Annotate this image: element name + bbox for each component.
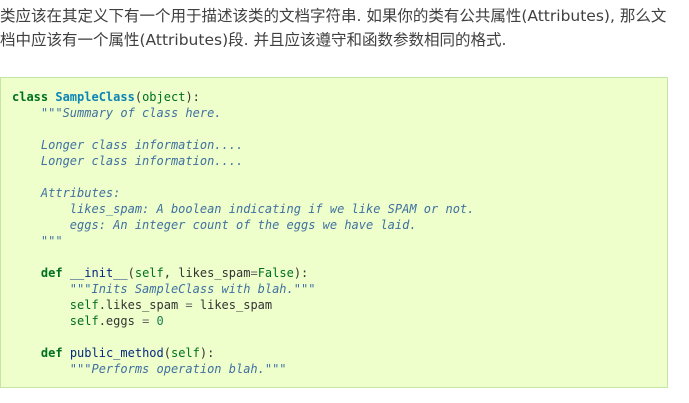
paragraph-line-1: 类应该在其定义下有一个用于描述该类的文档字符串. 如果你的类有公共属性(Attr… <box>0 7 667 25</box>
code-line-17: def public_method(self): <box>40 346 215 360</box>
code-line-2: """Summary of class here. <box>40 106 222 120</box>
code-line-7: Attributes: <box>40 186 121 200</box>
code-line-14: self.likes_spam = likes_spam <box>69 298 273 312</box>
code-line-10: """ <box>40 234 63 248</box>
code-block[interactable]: class SampleClass(object): """Summary of… <box>0 77 668 388</box>
code-line-8: likes_spam: A boolean indicating if we l… <box>69 202 475 216</box>
code-line-5: Longer class information.... <box>40 154 244 168</box>
python-code: class SampleClass(object): """Summary of… <box>12 89 474 377</box>
code-line-4: Longer class information.... <box>40 138 244 152</box>
code-line-9: eggs: An integer count of the eggs we ha… <box>69 218 417 232</box>
code-line-1: class SampleClass(object): <box>12 90 200 104</box>
code-line-18: """Performs operation blah.""" <box>69 362 287 376</box>
docstring-guideline-paragraph: 类应该在其定义下有一个用于描述该类的文档字符串. 如果你的类有公共属性(Attr… <box>0 4 686 52</box>
code-line-15: self.eggs = 0 <box>69 314 164 328</box>
paragraph-line-2: 档中应该有一个属性(Attributes)段. 并且应该遵守和函数参数相同的格式… <box>0 31 507 49</box>
code-line-12: def __init__(self, likes_spam=False): <box>40 266 309 280</box>
code-line-13: """Inits SampleClass with blah.""" <box>69 282 316 296</box>
